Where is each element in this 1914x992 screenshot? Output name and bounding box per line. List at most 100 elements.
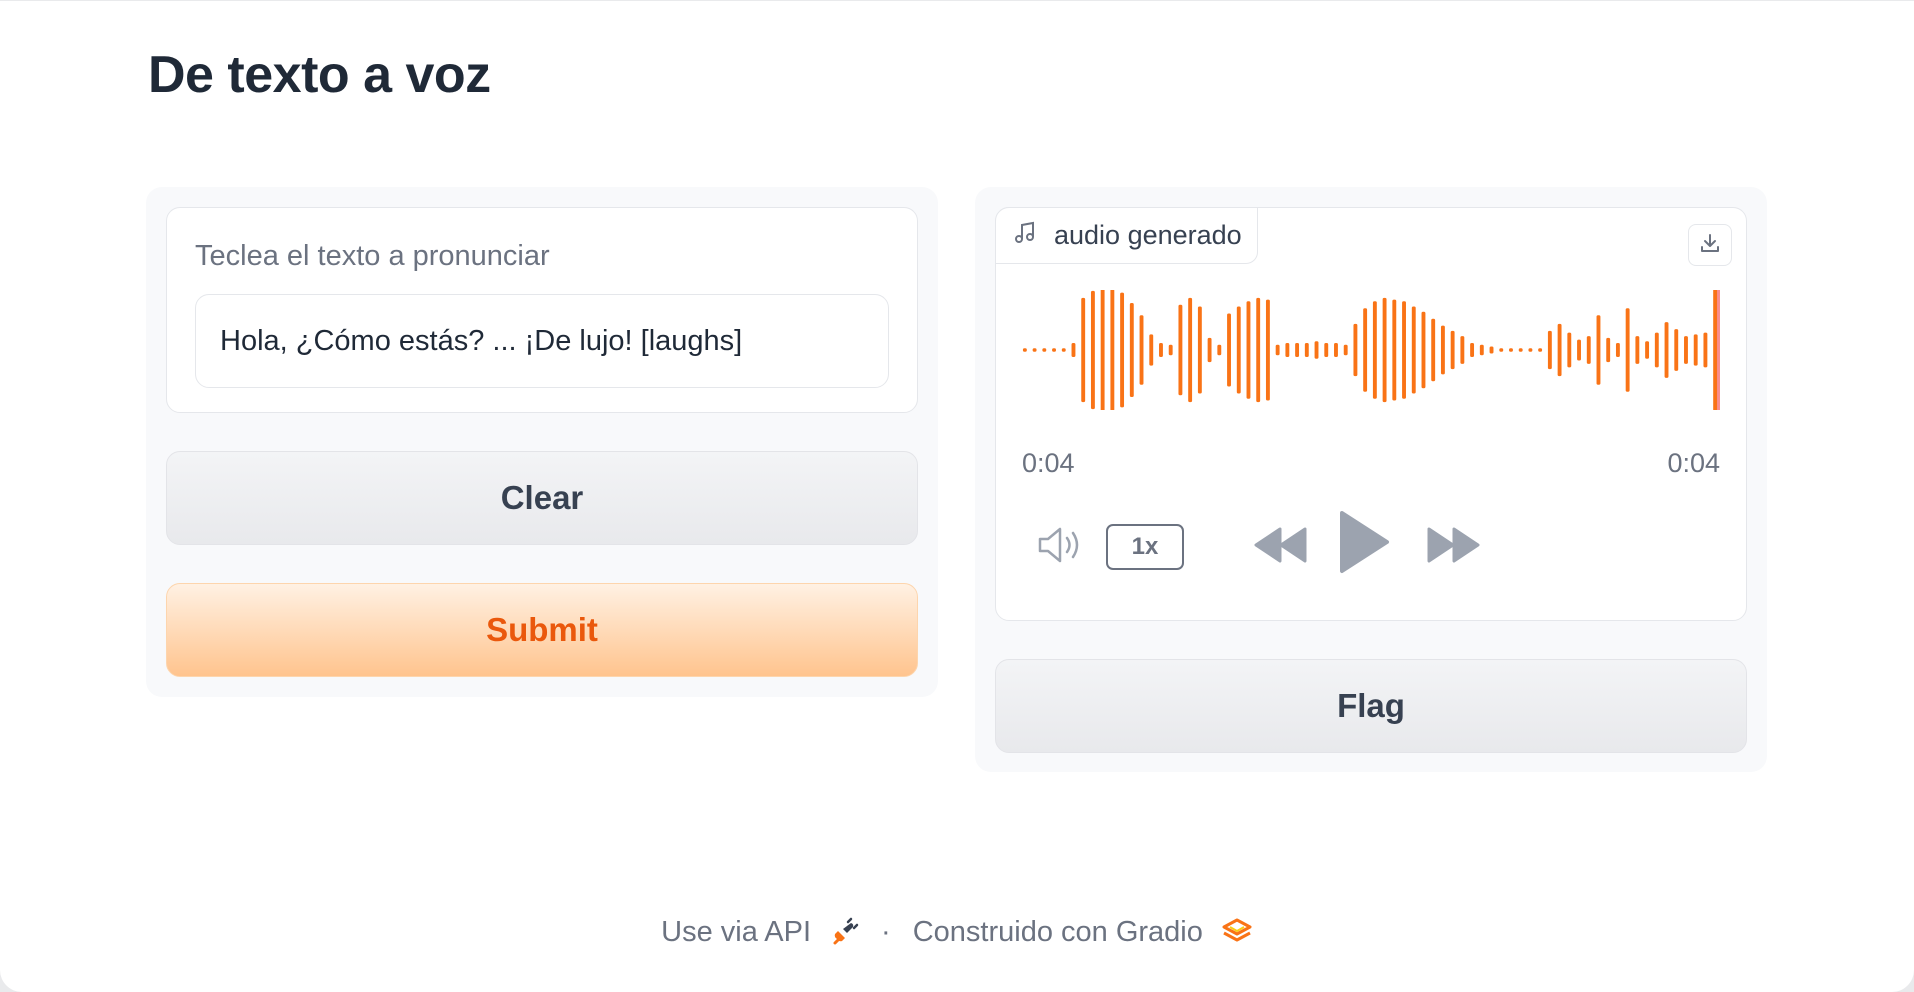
waveform-bar [1499,348,1504,352]
waveform-bar [1470,343,1475,357]
waveform-bar [1324,343,1329,357]
rewind-icon [1253,525,1307,570]
waveform-bar [1654,332,1659,368]
waveform-bar [1275,344,1280,356]
waveform-bar [1703,332,1708,368]
playback-controls: 1x [996,504,1748,584]
waveform-bar [1188,297,1193,403]
waveform-bar [1577,339,1581,361]
waveform-bar [1693,334,1698,366]
waveform-bar [1334,343,1338,357]
download-icon [1699,232,1721,259]
app-window: De texto a voz Teclea el texto a pronunc… [0,1,1914,992]
waveform-bar [1081,297,1086,403]
waveform-bar [1071,343,1076,357]
submit-button[interactable]: Submit [166,583,918,677]
input-panel: Teclea el texto a pronunciar Clear Submi… [146,187,938,697]
waveform-bar [1110,290,1115,410]
textbox-block: Teclea el texto a pronunciar [166,207,918,413]
api-link[interactable]: Use via API [661,916,811,949]
waveform-bar [1022,348,1027,352]
waveform-bar [1100,290,1105,410]
waveform-bar [1460,336,1465,364]
waveform-bar [1295,343,1300,357]
waveform-bar [1402,301,1406,399]
built-with-link[interactable]: Construido con Gradio [913,916,1203,949]
waveform-bar [1479,344,1484,356]
waveform-bar [1197,306,1202,394]
waveform-bar [1635,336,1640,364]
waveform-bar [1217,344,1222,356]
music-note-icon [1014,221,1036,250]
text-input[interactable] [195,294,889,388]
waveform-bar [1489,346,1494,354]
waveform-bar [1227,313,1231,387]
footer-separator: · [881,915,891,948]
fast-forward-button[interactable] [1426,522,1482,572]
waveform-bar [1586,336,1591,364]
textbox-label: Teclea el texto a pronunciar [195,240,550,272]
current-time: 0:04 [1022,448,1075,478]
waveform-bar [1431,318,1436,382]
fast-forward-icon [1427,525,1481,570]
waveform-bar [1538,348,1543,352]
play-button[interactable] [1336,508,1392,580]
waveform-bar [1207,337,1212,363]
waveform-bar [1645,341,1650,359]
waveform-bar [1509,348,1513,352]
waveform-bar [1314,341,1319,359]
waveform-bar [1664,322,1669,378]
waveform-bar [1343,344,1348,356]
audio-waveform[interactable] [1020,290,1720,410]
volume-icon [1036,525,1086,570]
waveform-bar [1304,343,1309,357]
audio-label: audio generado [1054,220,1242,250]
waveform-bar [1120,292,1125,408]
waveform-bar [1615,343,1620,357]
playhead-cursor[interactable] [1717,290,1720,410]
audio-player: audio generado 0:04 0:04 1x [995,207,1747,621]
waveform-bar [1674,329,1679,371]
page-title: De texto a voz [148,46,491,104]
gradio-logo-icon [1221,917,1253,947]
audio-label-tag: audio generado [995,207,1258,264]
total-time: 0:04 [1667,448,1720,478]
waveform-bar [1606,337,1611,363]
playback-rate-button[interactable]: 1x [1106,524,1184,570]
waveform-bar [1518,348,1523,352]
waveform-bar [1178,304,1183,396]
waveform-bar [1421,311,1426,389]
waveform-bar [1061,348,1066,352]
waveform-bar [1684,336,1688,364]
waveform-bar [1713,290,1718,410]
waveform-bar [1090,290,1095,410]
waveform-bar [1129,303,1134,397]
flag-button[interactable]: Flag [995,659,1747,753]
waveform-bar [1042,348,1047,352]
download-button[interactable] [1688,224,1732,266]
rewind-button[interactable] [1252,522,1308,572]
footer: Use via API · Construido con Gradio [0,907,1914,957]
plug-icon [829,917,859,947]
clear-button[interactable]: Clear [166,451,918,545]
waveform-bar [1392,299,1397,401]
waveform-bar [1265,299,1270,401]
waveform-bar [1557,323,1562,377]
waveform-bar [1256,297,1261,403]
waveform-bar [1450,330,1455,370]
waveform-bar [1052,348,1056,352]
waveform-bar [1285,343,1290,357]
play-icon [1338,510,1390,579]
waveform-bar [1168,344,1173,356]
waveform-bar [1596,315,1601,385]
waveform-bar [1159,343,1163,357]
volume-button[interactable] [1036,524,1086,570]
waveform-bar [1528,348,1533,352]
waveform-bar [1363,308,1368,392]
output-panel: audio generado 0:04 0:04 1x Flag [975,187,1767,772]
waveform-bar [1246,301,1251,399]
waveform-bar [1567,332,1572,368]
waveform-bar [1139,315,1144,385]
waveform-bar [1625,308,1630,392]
waveform-bar [1411,306,1416,394]
